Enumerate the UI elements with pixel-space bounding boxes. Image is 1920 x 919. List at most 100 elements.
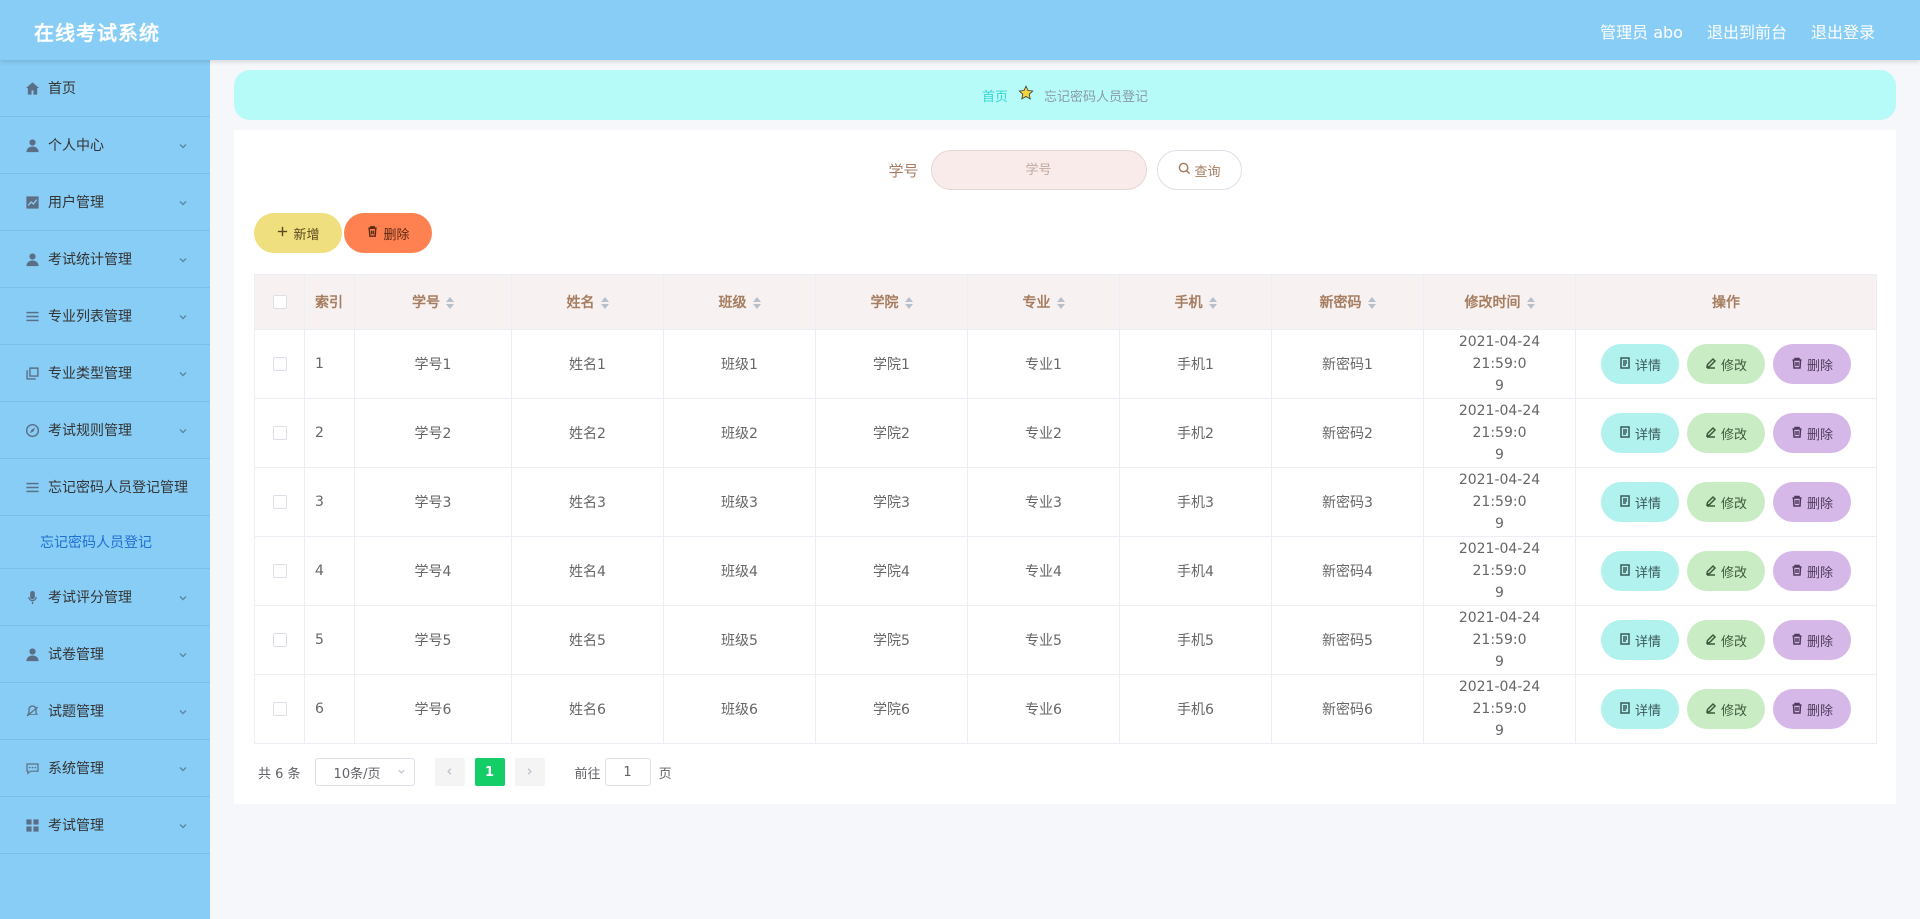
delete-label: 删除 (1806, 495, 1833, 511)
column-header-college[interactable]: 学院 (815, 274, 968, 330)
cell-class: 班级3 (663, 467, 816, 537)
exit-to-frontend-link[interactable]: 退出到前台 (1707, 19, 1787, 43)
sidebar-item-exam-statistics[interactable]: 考试统计管理 (0, 231, 210, 288)
submenu-forgot-password-registration[interactable]: 忘记密码人员登记 (0, 516, 210, 569)
row-checkbox[interactable] (272, 633, 287, 647)
column-header-label: 手机 (1174, 295, 1203, 311)
sidebar-item-question-management[interactable]: 试题管理 (0, 683, 210, 740)
delete-button[interactable]: 删除 (1773, 344, 1851, 384)
page-size-select[interactable]: 10条/页 (314, 758, 415, 786)
edit-button[interactable]: 修改 (1687, 413, 1765, 453)
row-checkbox[interactable] (272, 564, 287, 578)
pencil-icon (1705, 564, 1717, 579)
detail-button[interactable]: 详情 (1601, 482, 1679, 522)
sidebar-item-user-management[interactable]: 用户管理 (0, 174, 210, 231)
cell-actions: 详情 修改 删除 (1575, 329, 1877, 399)
time-line: 2021-04-24 21:59:0 (1458, 472, 1541, 510)
sidebar-item-personal-center[interactable]: 个人中心 (0, 117, 210, 174)
admin-user-link[interactable]: 管理员 abo (1600, 19, 1683, 43)
cell-new-password: 新密码1 (1271, 329, 1424, 399)
detail-button[interactable]: 详情 (1601, 344, 1679, 384)
next-page-button[interactable] (514, 758, 545, 786)
table-row[interactable]: 4 学号4 姓名4 班级4 学院4 专业4 手机4 新密码4 2021-04-24 21:59:… (254, 536, 1877, 606)
select-all-checkbox[interactable] (272, 295, 287, 309)
sort-icon[interactable] (1526, 297, 1535, 309)
edit-label: 修改 (1720, 426, 1747, 442)
sort-icon[interactable] (1367, 297, 1376, 309)
row-select-cell (254, 536, 305, 606)
sort-icon[interactable] (1208, 297, 1217, 309)
sidebar-item-paper-management[interactable]: 试卷管理 (0, 626, 210, 683)
table-row[interactable]: 2 学号2 姓名2 班级2 学院2 专业2 手机2 新密码2 2021-04-24 21:59:… (254, 398, 1877, 468)
delete-button[interactable]: 删除 (1773, 551, 1851, 591)
edit-button[interactable]: 修改 (1687, 482, 1765, 522)
sidebar-item-major-list[interactable]: 专业列表管理 (0, 288, 210, 345)
column-header-class[interactable]: 班级 (663, 274, 816, 330)
sort-icon[interactable] (446, 297, 454, 309)
chevron-left-icon (445, 765, 454, 780)
row-checkbox[interactable] (272, 357, 287, 371)
add-button[interactable]: 新增 (254, 213, 342, 253)
edit-button[interactable]: 修改 (1687, 344, 1765, 384)
delete-label: 删除 (1806, 633, 1833, 649)
sort-icon[interactable] (752, 297, 761, 309)
edit-button[interactable]: 修改 (1687, 551, 1765, 591)
sidebar-item-label: 考试管理 (48, 818, 104, 834)
sidebar-item-forgot-password-registration[interactable]: 忘记密码人员登记管理 (0, 459, 210, 516)
row-checkbox[interactable] (272, 495, 287, 509)
cell-major: 专业6 (967, 674, 1120, 744)
column-header-new-password[interactable]: 新密码 (1271, 274, 1424, 330)
query-button[interactable]: 查询 (1156, 150, 1242, 190)
table-row[interactable]: 3 学号3 姓名3 班级3 学院3 专业3 手机3 新密码3 2021-04-24 21:59:… (254, 467, 1877, 537)
row-checkbox[interactable] (272, 702, 287, 716)
time-line: 9 (1495, 585, 1504, 601)
sort-icon[interactable] (1056, 297, 1065, 309)
sidebar-item-home[interactable]: 首页 (0, 60, 210, 117)
prev-page-button[interactable] (434, 758, 465, 786)
table-row[interactable]: 6 学号6 姓名6 班级6 学院6 专业6 手机6 新密码6 2021-04-24 21:59:… (254, 674, 1877, 744)
sidebar-item-label: 考试规则管理 (48, 423, 132, 439)
column-header-phone[interactable]: 手机 (1119, 274, 1272, 330)
sort-icon[interactable] (904, 297, 913, 309)
sidebar-item-system-management[interactable]: 系统管理 (0, 740, 210, 797)
column-header-label: 班级 (718, 295, 747, 311)
student-id-search-input[interactable] (930, 150, 1147, 190)
column-header-modified-time[interactable]: 修改时间 (1423, 274, 1576, 330)
pencil-icon (1705, 495, 1717, 510)
delete-button[interactable]: 删除 (1773, 482, 1851, 522)
sidebar-item-major-type[interactable]: 专业类型管理 (0, 345, 210, 402)
batch-delete-button[interactable]: 删除 (344, 213, 432, 253)
sidebar-item-exam-scoring[interactable]: 考试评分管理 (0, 569, 210, 626)
logout-link[interactable]: 退出登录 (1811, 19, 1875, 43)
bell-off-icon (24, 703, 40, 719)
cell-phone: 手机5 (1119, 605, 1272, 675)
column-header-student-id[interactable]: 学号 (354, 274, 512, 330)
sidebar-item-exam-rules[interactable]: 考试规则管理 (0, 402, 210, 459)
sidebar-item-exam-management[interactable]: 考试管理 (0, 797, 210, 854)
edit-button[interactable]: 修改 (1687, 620, 1765, 660)
table-row[interactable]: 1 学号1 姓名1 班级1 学院1 专业1 手机1 新密码1 2021-04-24 21:59:… (254, 329, 1877, 399)
column-header-index: 索引 (304, 274, 355, 330)
detail-button[interactable]: 详情 (1601, 413, 1679, 453)
delete-button[interactable]: 删除 (1773, 620, 1851, 660)
cell-student-id: 学号4 (354, 536, 512, 606)
cell-phone: 手机4 (1119, 536, 1272, 606)
delete-button[interactable]: 删除 (1773, 413, 1851, 453)
detail-button[interactable]: 详情 (1601, 620, 1679, 660)
copy-icon (24, 365, 40, 381)
detail-button[interactable]: 详情 (1601, 689, 1679, 729)
detail-button[interactable]: 详情 (1601, 551, 1679, 591)
column-header-major[interactable]: 专业 (967, 274, 1120, 330)
goto-page-input[interactable] (604, 758, 651, 786)
page-number-1[interactable]: 1 (474, 758, 505, 786)
pencil-icon (1705, 357, 1717, 372)
cell-actions: 详情 修改 删除 (1575, 674, 1877, 744)
edit-button[interactable]: 修改 (1687, 689, 1765, 729)
trash-icon (366, 225, 379, 241)
table-row[interactable]: 5 学号5 姓名5 班级5 学院5 专业5 手机5 新密码5 2021-04-24 21:59:… (254, 605, 1877, 675)
breadcrumb-home[interactable]: 首页 (982, 86, 1008, 105)
sort-icon[interactable] (600, 297, 609, 309)
column-header-name[interactable]: 姓名 (511, 274, 664, 330)
delete-button[interactable]: 删除 (1773, 689, 1851, 729)
row-checkbox[interactable] (272, 426, 287, 440)
